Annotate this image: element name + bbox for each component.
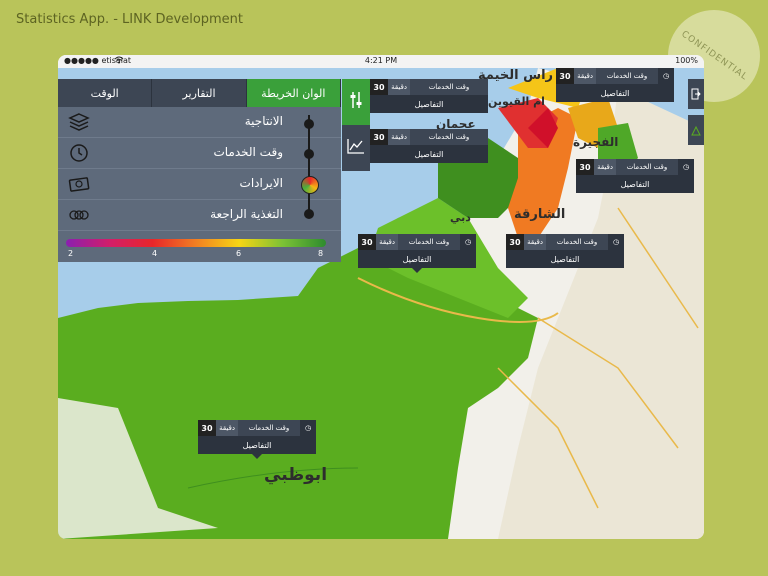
tab-map-colors[interactable]: الوان الخريطة bbox=[246, 79, 341, 107]
clock-icon: ◷ bbox=[658, 68, 674, 84]
page-title: Statistics App. - LINK Development bbox=[16, 12, 244, 27]
status-bar: ●●●●● etisalat 4:21 PM 100% bbox=[58, 55, 704, 68]
logout-icon bbox=[691, 85, 701, 104]
city-label-umm-al-quwain: ام القيوين bbox=[488, 95, 545, 108]
layer-knob-selected[interactable] bbox=[301, 176, 319, 194]
region-callout[interactable]: 30 دقيقة وقت الخدمات التفاصيل bbox=[370, 129, 488, 163]
right-toolbar bbox=[688, 79, 704, 151]
callout-details-link[interactable]: التفاصيل bbox=[358, 250, 476, 268]
battery-level: 100% bbox=[675, 56, 698, 65]
callout-value: 30 bbox=[370, 129, 388, 145]
filter-button[interactable] bbox=[342, 79, 370, 125]
callout-details-link[interactable]: التفاصيل bbox=[576, 175, 694, 193]
callout-service: وقت الخدمات bbox=[596, 68, 658, 84]
scale-tick: 8 bbox=[318, 249, 324, 258]
callout-details-link[interactable]: التفاصيل bbox=[370, 95, 488, 113]
tablet-screen: ●●●●● etisalat 4:21 PM 100% راس الخيمة ا… bbox=[58, 55, 704, 539]
layer-label: الايرادات bbox=[239, 176, 283, 190]
callout-details-link[interactable]: التفاصيل bbox=[506, 250, 624, 268]
region-callout[interactable]: 30 دقيقة وقت الخدمات التفاصيل bbox=[370, 79, 488, 113]
region-callout[interactable]: 30 دقيقة وقت الخدمات ◷ التفاصيل bbox=[506, 234, 624, 268]
region-callout[interactable]: 30 دقيقة وقت الخدمات ◷ التفاصيل bbox=[198, 420, 316, 459]
callout-service: وقت الخدمات bbox=[238, 420, 300, 436]
city-label-abu-dhabi: ابوظبي bbox=[264, 465, 328, 485]
callout-service: وقت الخدمات bbox=[546, 234, 608, 250]
callout-value: 30 bbox=[370, 79, 388, 95]
color-scale-bar bbox=[66, 239, 326, 247]
panel-tabs: الوقت التقارير الوان الخريطة bbox=[58, 79, 341, 107]
layer-knob[interactable] bbox=[304, 119, 314, 129]
callout-unit: دقيقة bbox=[388, 129, 410, 145]
layer-label: وقت الخدمات bbox=[213, 145, 283, 159]
callout-value: 30 bbox=[198, 420, 216, 436]
clock-icon: ◷ bbox=[608, 234, 624, 250]
layer-feedback[interactable]: التغذية الراجعة bbox=[58, 200, 341, 231]
clock-time: 4:21 PM bbox=[364, 56, 398, 65]
layer-service-time[interactable]: وقت الخدمات bbox=[58, 138, 341, 169]
tab-reports[interactable]: التقارير bbox=[152, 79, 247, 107]
clock-icon: ◷ bbox=[460, 234, 476, 250]
city-label-fujairah: الفجيرة bbox=[573, 135, 619, 149]
city-label-dubai: دبي bbox=[450, 211, 471, 224]
callout-unit: دقيقة bbox=[216, 420, 238, 436]
layer-productivity[interactable]: الانتاجية bbox=[58, 107, 341, 138]
region-callout[interactable]: 30 دقيقة وقت الخدمات ◷ التفاصيل bbox=[358, 234, 476, 273]
callout-unit: دقيقة bbox=[594, 159, 616, 175]
logout-button[interactable] bbox=[688, 79, 704, 109]
callout-value: 30 bbox=[358, 234, 376, 250]
callout-service: وقت الخدمات bbox=[398, 234, 460, 250]
layer-knob[interactable] bbox=[304, 209, 314, 219]
map-colors-panel: الوقت التقارير الوان الخريطة الانتاجية و… bbox=[58, 79, 341, 262]
layer-label: التغذية الراجعة bbox=[210, 207, 283, 221]
layer-revenue[interactable]: الايرادات bbox=[58, 169, 341, 200]
layers-icon bbox=[68, 112, 90, 132]
clock-icon: ◷ bbox=[300, 420, 316, 436]
alert-icon bbox=[691, 121, 701, 140]
side-toolbar bbox=[342, 79, 370, 171]
callout-service: وقت الخدمات bbox=[410, 129, 488, 145]
region-callout[interactable]: 30 دقيقة وقت الخدمات ◷ التفاصيل bbox=[556, 68, 674, 102]
callout-unit: دقيقة bbox=[574, 68, 596, 84]
scale-tick: 2 bbox=[68, 249, 74, 258]
callout-unit: دقيقة bbox=[524, 234, 546, 250]
clock-icon: ◷ bbox=[678, 159, 694, 175]
tab-time[interactable]: الوقت bbox=[58, 79, 153, 107]
callout-unit: دقيقة bbox=[376, 234, 398, 250]
callout-service: وقت الخدمات bbox=[410, 79, 488, 95]
layer-knob[interactable] bbox=[304, 149, 314, 159]
scale-tick: 4 bbox=[152, 249, 158, 258]
callout-value: 30 bbox=[576, 159, 594, 175]
trend-button[interactable] bbox=[342, 125, 370, 171]
scale-tick: 6 bbox=[236, 249, 242, 258]
feedback-icon bbox=[68, 205, 90, 225]
city-label-sharjah: الشارقة bbox=[514, 207, 566, 222]
clock-icon bbox=[68, 143, 90, 163]
line-chart-icon bbox=[347, 138, 365, 158]
callout-unit: دقيقة bbox=[388, 79, 410, 95]
callout-details-link[interactable]: التفاصيل bbox=[370, 145, 488, 163]
alert-button[interactable] bbox=[688, 115, 704, 145]
region-callout[interactable]: 30 دقيقة وقت الخدمات ◷ التفاصيل bbox=[576, 159, 694, 193]
city-label-ras-al-khaimah: راس الخيمة bbox=[478, 68, 554, 83]
callout-service: وقت الخدمات bbox=[616, 159, 678, 175]
callout-details-link[interactable]: التفاصيل bbox=[556, 84, 674, 102]
money-icon bbox=[68, 174, 90, 194]
callout-value: 30 bbox=[556, 68, 574, 84]
callout-details-link[interactable]: التفاصيل bbox=[198, 436, 316, 454]
sliders-icon bbox=[348, 91, 364, 113]
layer-selector-rail bbox=[308, 115, 310, 213]
callout-value: 30 bbox=[506, 234, 524, 250]
layer-label: الانتاجية bbox=[244, 114, 283, 128]
